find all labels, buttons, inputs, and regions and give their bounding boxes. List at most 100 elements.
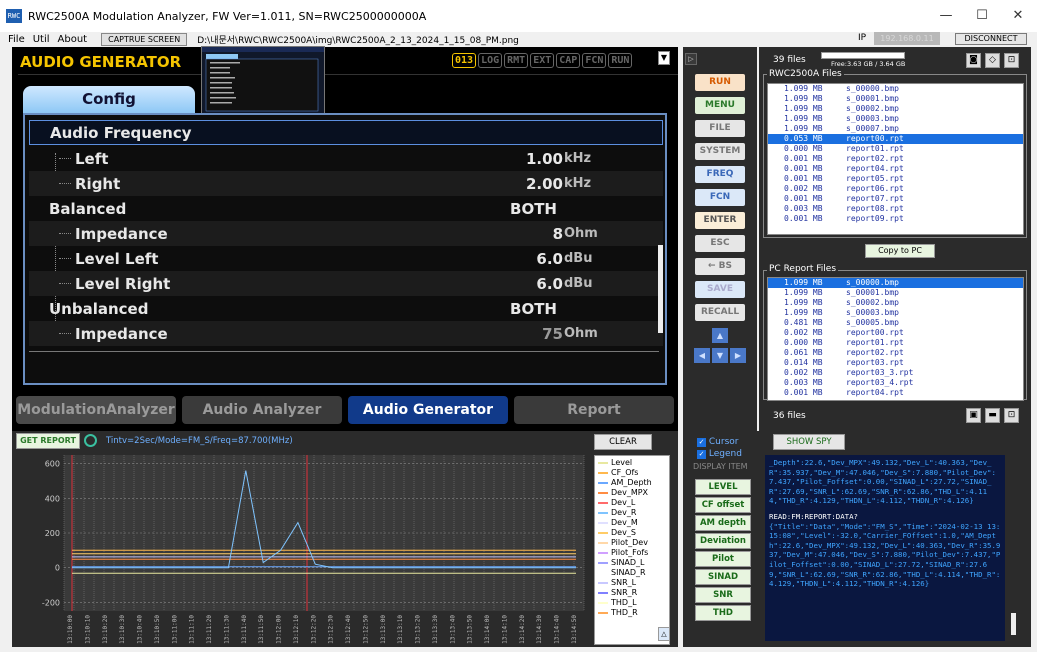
collapse-icon[interactable]: ▼ <box>658 51 670 65</box>
arrow-left-icon[interactable]: ◀ <box>694 348 710 363</box>
file-view-icon[interactable]: ⊡ <box>1004 408 1019 423</box>
file-row[interactable]: 0.001 MB report09.rpt <box>768 214 1023 224</box>
system-button[interactable]: SYSTEM <box>695 143 745 160</box>
file-row[interactable]: 0.053 MB report00.rpt <box>768 134 1023 144</box>
file-row[interactable]: 0.001 MB report05.rpt <box>768 174 1023 184</box>
pilot-item-button[interactable]: Pilot <box>695 551 751 567</box>
ip-field[interactable]: 192.168.0.11 <box>874 32 940 45</box>
arrow-down-icon[interactable]: ▼ <box>712 348 728 363</box>
checkbox-icon[interactable]: ✓ <box>697 438 706 447</box>
file-row[interactable]: 0.014 MB report03.rpt <box>768 358 1023 368</box>
file-button[interactable]: FILE <box>695 120 745 137</box>
file-row[interactable]: 1.099 MB s_00007.bmp <box>768 124 1023 134</box>
tab-audio-analyzer[interactable]: Audio Analyzer <box>182 396 342 424</box>
file-row[interactable]: 0.003 MB report08.rpt <box>768 204 1023 214</box>
tab-report[interactable]: Report <box>514 396 674 424</box>
expand-icon[interactable]: ▷ <box>685 53 697 65</box>
capture-screen-button[interactable]: CAPTRUE SCREEN <box>101 32 188 46</box>
disconnect-button[interactable]: DISCONNECT <box>955 33 1027 45</box>
config-row-level-left[interactable]: Level Left 6.0 dBu <box>29 246 663 271</box>
cursor-checkbox[interactable]: ✓ Cursor <box>697 437 738 447</box>
save-button[interactable]: SAVE <box>695 281 745 298</box>
level-item-button[interactable]: LEVEL <box>695 479 751 495</box>
file-row[interactable]: 0.001 MB report02.rpt <box>768 154 1023 164</box>
config-row-right[interactable]: Right 2.00 kHz <box>29 171 663 196</box>
file-row[interactable]: 0.001 MB report07.rpt <box>768 194 1023 204</box>
config-row-level-right[interactable]: Level Right 6.0 dBu <box>29 271 663 296</box>
pc-file-list[interactable]: 1.099 MB s_00000.bmp 1.099 MB s_00001.bmp 1.… <box>767 277 1024 401</box>
file-row[interactable]: 1.099 MB s_00001.bmp <box>768 288 1023 298</box>
x-tick-label: 13:13:20 <box>415 615 422 644</box>
tab-config[interactable]: Config <box>23 86 195 113</box>
thd-item-button[interactable]: THD <box>695 605 751 621</box>
spy-scrollbar[interactable] <box>1011 613 1016 635</box>
am-depth-item-button[interactable]: AM depth <box>695 515 751 531</box>
file-row[interactable]: 0.000 MB report01.rpt <box>768 338 1023 348</box>
show-spy-button[interactable]: SHOW SPY <box>773 434 845 450</box>
legend-checkbox[interactable]: ✓ Legend <box>697 449 742 459</box>
run-button[interactable]: RUN <box>695 74 745 91</box>
legend-label: Legend <box>708 449 742 459</box>
file-row[interactable]: 1.099 MB s_00002.bmp <box>768 298 1023 308</box>
file-row[interactable]: 1.099 MB s_00003.bmp <box>768 308 1023 318</box>
menu-about[interactable]: About <box>58 34 88 45</box>
report-chart[interactable]: 600 400 200 0 -200 13:10:00 13:10:10 13:10:20 13… <box>12 451 592 647</box>
eraser-icon[interactable]: ◇ <box>985 53 1000 68</box>
minimize-button[interactable]: — <box>928 0 964 32</box>
arrow-up-icon[interactable]: ▲ <box>712 328 728 343</box>
backspace-button[interactable]: ← BS <box>695 258 745 275</box>
copy-to-pc-button[interactable]: Copy to PC <box>865 244 935 258</box>
config-row-left[interactable]: Left 1.00 kHz <box>29 146 663 171</box>
sd-card-icon[interactable]: ◙ <box>966 53 981 68</box>
refresh-icon[interactable] <box>84 434 97 447</box>
file-row[interactable]: 0.002 MB report06.rpt <box>768 184 1023 194</box>
device-file-list[interactable]: 1.099 MB s_00000.bmp 1.099 MB s_00001.bmp 1.… <box>767 83 1024 235</box>
enter-button[interactable]: ENTER <box>695 212 745 229</box>
status-count-badge: 013 <box>452 53 477 68</box>
file-row[interactable]: 0.001 MB report04.rpt <box>768 388 1023 398</box>
esc-button[interactable]: ESC <box>695 235 745 252</box>
config-scrollbar[interactable] <box>658 245 663 333</box>
folder-icon[interactable]: ▬ <box>985 408 1000 423</box>
legend-label: Dev_R <box>611 508 637 517</box>
file-row[interactable]: 0.001 MB report04.rpt <box>768 164 1023 174</box>
cf-offset-item-button[interactable]: CF offset <box>695 497 751 513</box>
menu-util[interactable]: Util <box>33 34 50 45</box>
recall-button[interactable]: RECALL <box>695 304 745 321</box>
get-report-button[interactable]: GET REPORT <box>16 433 80 449</box>
maximize-button[interactable]: ☐ <box>964 0 1000 32</box>
file-row[interactable]: 1.099 MB s_00001.bmp <box>768 94 1023 104</box>
clear-button[interactable]: CLEAR <box>594 434 652 450</box>
config-row-balanced-impedance[interactable]: Impedance 8 Ohm <box>29 221 663 246</box>
spy-console: _Depth":22.6,"Dev_MPX":49.132,"Dev_L":40… <box>765 455 1005 641</box>
config-row-balanced[interactable]: Balanced BOTH <box>29 196 663 221</box>
tab-audio-generator[interactable]: Audio Generator <box>348 396 508 424</box>
file-row[interactable]: 0.002 MB report03_3.rpt <box>768 368 1023 378</box>
config-row-unbalanced[interactable]: Unbalanced BOTH <box>29 296 663 321</box>
file-row[interactable]: 1.099 MB s_00000.bmp <box>768 84 1023 94</box>
file-row[interactable]: 1.099 MB s_00003.bmp <box>768 114 1023 124</box>
file-search-icon[interactable]: ⊡ <box>1004 53 1019 68</box>
close-button[interactable]: ✕ <box>1000 0 1036 32</box>
arrow-right-icon[interactable]: ▶ <box>730 348 746 363</box>
sinad-item-button[interactable]: SINAD <box>695 569 751 585</box>
menu-file[interactable]: File <box>8 34 25 45</box>
snr-item-button[interactable]: SNR <box>695 587 751 603</box>
file-row[interactable]: 1.099 MB s_00002.bmp <box>768 104 1023 114</box>
file-row[interactable]: 0.000 MB report01.rpt <box>768 144 1023 154</box>
file-row[interactable]: 1.099 MB s_00000.bmp <box>768 278 1023 288</box>
fcn-button[interactable]: FCN <box>695 189 745 206</box>
file-row[interactable]: 0.481 MB s_00005.bmp <box>768 318 1023 328</box>
open-report-icon[interactable]: ▣ <box>966 408 981 423</box>
config-row-audio-frequency[interactable]: Audio Frequency <box>29 120 663 145</box>
file-row[interactable]: 0.061 MB report02.rpt <box>768 348 1023 358</box>
tab-modulation-analyzer[interactable]: ModulationAnalyzer <box>16 396 176 424</box>
deviation-item-button[interactable]: Deviation <box>695 533 751 549</box>
file-row[interactable]: 0.002 MB report00.rpt <box>768 328 1023 338</box>
config-row-unbalanced-impedance[interactable]: Impedance 75 Ohm <box>29 321 663 346</box>
checkbox-icon[interactable]: ✓ <box>697 450 706 459</box>
freq-button[interactable]: FREQ <box>695 166 745 183</box>
menu-button[interactable]: MENU <box>695 97 745 114</box>
file-row[interactable]: 0.003 MB report03_4.rpt <box>768 378 1023 388</box>
legend-scroll-up-icon[interactable]: △ <box>658 627 670 641</box>
